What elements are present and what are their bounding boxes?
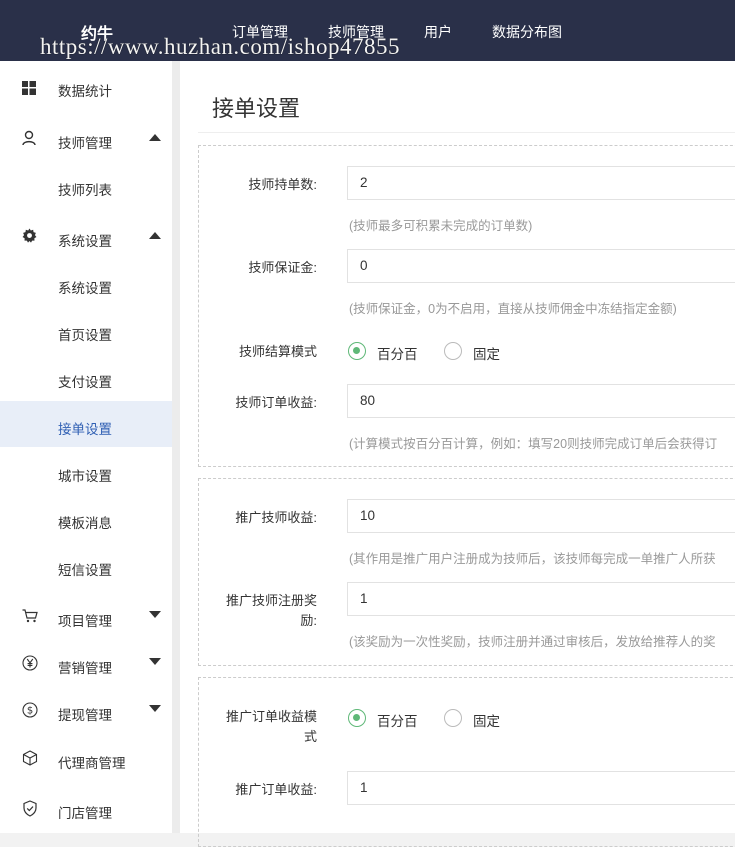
sidebar-item-sms-settings[interactable]: 短信设置 — [0, 544, 172, 590]
field-label: 技师保证金: — [248, 260, 317, 275]
sidebar-item-label: 城市设置 — [58, 469, 112, 484]
field-label: 技师订单收益: — [235, 395, 317, 410]
technician-deposit-input[interactable]: 0 — [347, 249, 735, 283]
sidebar-item-label: 首页设置 — [58, 328, 112, 343]
promotion-register-reward-input[interactable]: 1 — [347, 582, 735, 616]
field-label: 技师持单数: — [248, 177, 317, 192]
sidebar-item-marketing-management[interactable]: 营销管理 — [0, 641, 172, 687]
promotion-mode-percent-radio[interactable] — [348, 709, 366, 727]
settlement-mode-fixed-radio[interactable] — [444, 342, 462, 360]
sidebar-item-label: 模板消息 — [58, 516, 112, 531]
sidebar-item-system-settings[interactable]: 系统设置 — [0, 262, 172, 308]
settings-group-promotion-technician: 推广技师收益: 10 (其作用是推广用户注册成为技师后，该技师每完成一单推广人所… — [198, 478, 735, 666]
sidebar: 数据统计 技师管理 技师列表 系统设置 系统设置 首页设置 支付设置 接单设置 … — [0, 61, 172, 833]
chevron-up-icon — [149, 134, 161, 141]
user-icon — [22, 130, 38, 146]
promotion-technician-income-input[interactable]: 10 — [347, 499, 735, 533]
promotion-mode-fixed-radio[interactable] — [444, 709, 462, 727]
gear-icon — [22, 228, 38, 244]
dollar-icon: $ — [22, 702, 38, 718]
sidebar-item-label: 数据统计 — [58, 84, 112, 99]
page-title: 接单设置 — [212, 96, 301, 121]
chevron-down-icon — [149, 611, 161, 618]
cart-icon — [22, 609, 38, 625]
nav-data-map[interactable]: 数据分布图 — [492, 22, 562, 42]
sidebar-item-label: 接单设置 — [58, 422, 112, 437]
field-label-line: 推广订单收益模 — [225, 709, 317, 724]
radio-label[interactable]: 百分百 — [377, 343, 418, 363]
sidebar-item-city-settings[interactable]: 城市设置 — [0, 450, 172, 496]
field-label-line: 励: — [300, 613, 317, 628]
field-label: 推广订单收益模 式 — [199, 707, 317, 747]
sidebar-item-statistics[interactable]: 数据统计 — [0, 65, 172, 111]
settlement-mode-percent-radio[interactable] — [348, 342, 366, 360]
chevron-down-icon — [149, 705, 161, 712]
svg-text:$: $ — [27, 706, 33, 717]
sidebar-item-label: 营销管理 — [58, 661, 112, 676]
field-label-line: 推广技师注册奖 — [225, 593, 317, 608]
chevron-down-icon — [149, 658, 161, 665]
sidebar-item-technician-management[interactable]: 技师管理 — [0, 116, 172, 162]
sidebar-item-template-messages[interactable]: 模板消息 — [0, 497, 172, 543]
sidebar-item-label: 技师管理 — [58, 136, 112, 151]
field-hint: (计算模式按百分百计算，例如：填写20则技师完成订单后会获得订 — [349, 437, 718, 451]
field-hint: (其作用是推广用户注册成为技师后，该技师每完成一单推广人所获 — [349, 552, 716, 566]
field-label: 技师结算模式 — [238, 344, 317, 359]
sidebar-item-label: 提现管理 — [58, 708, 112, 723]
shield-icon — [22, 800, 38, 817]
sidebar-item-technician-list[interactable]: 技师列表 — [0, 164, 172, 210]
promotion-order-income-input[interactable]: 1 — [347, 771, 735, 805]
radio-label[interactable]: 固定 — [473, 710, 500, 730]
yen-icon — [22, 655, 38, 671]
sidebar-item-label: 短信设置 — [58, 563, 112, 578]
settings-group-promotion-order: 推广订单收益模 式 百分百 固定 推广订单收益: 1 — [198, 677, 735, 847]
sidebar-divider — [172, 61, 180, 833]
main-content: 接单设置 技师持单数: 2 (技师最多可积累未完成的订单数) 技师保证金: 0 … — [180, 61, 735, 847]
sidebar-item-label: 项目管理 — [58, 614, 112, 629]
field-label: 推广技师注册奖 励: — [199, 591, 317, 631]
sidebar-item-label: 代理商管理 — [58, 756, 126, 771]
radio-label[interactable]: 百分百 — [377, 710, 418, 730]
field-hint: (该奖励为一次性奖励，技师注册并通过审核后，发放给推荐人的奖 — [349, 635, 716, 649]
nav-users[interactable]: 用户 — [424, 22, 452, 42]
title-divider — [198, 132, 735, 133]
sidebar-item-label: 支付设置 — [58, 375, 112, 390]
sidebar-item-system-settings-group[interactable]: 系统设置 — [0, 214, 172, 260]
field-label-line: 式 — [303, 729, 317, 744]
field-hint: (技师最多可积累未完成的订单数) — [349, 219, 533, 233]
sidebar-item-label: 门店管理 — [58, 806, 112, 821]
radio-label[interactable]: 固定 — [473, 343, 500, 363]
sidebar-item-label: 技师列表 — [58, 183, 112, 198]
settings-group-technician: 技师持单数: 2 (技师最多可积累未完成的订单数) 技师保证金: 0 (技师保证… — [198, 145, 735, 467]
sidebar-item-home-settings[interactable]: 首页设置 — [0, 309, 172, 355]
watermark-text: https://www.huzhan.com/ishop47855 — [40, 34, 400, 59]
sidebar-item-agent-management[interactable]: 代理商管理 — [0, 736, 172, 782]
field-label: 推广订单收益: — [235, 782, 317, 797]
technician-order-limit-input[interactable]: 2 — [347, 166, 735, 200]
sidebar-item-order-settings[interactable]: 接单设置 — [0, 401, 172, 447]
sidebar-item-payment-settings[interactable]: 支付设置 — [0, 356, 172, 402]
sidebar-item-label: 系统设置 — [58, 234, 112, 249]
field-label: 推广技师收益: — [235, 510, 317, 525]
sidebar-item-store-management[interactable]: 门店管理 — [0, 787, 172, 833]
technician-order-income-input[interactable]: 80 — [347, 384, 735, 418]
sidebar-item-label: 系统设置 — [58, 281, 112, 296]
cube-icon — [22, 750, 38, 766]
field-hint: (技师保证金，0为不启用，直接从技师佣金中冻结指定金额) — [349, 302, 677, 316]
sidebar-item-project-management[interactable]: 项目管理 — [0, 594, 172, 640]
chevron-up-icon — [149, 232, 161, 239]
windows-grid-icon — [22, 81, 38, 97]
sidebar-item-withdrawal-management[interactable]: $ 提现管理 — [0, 688, 172, 734]
